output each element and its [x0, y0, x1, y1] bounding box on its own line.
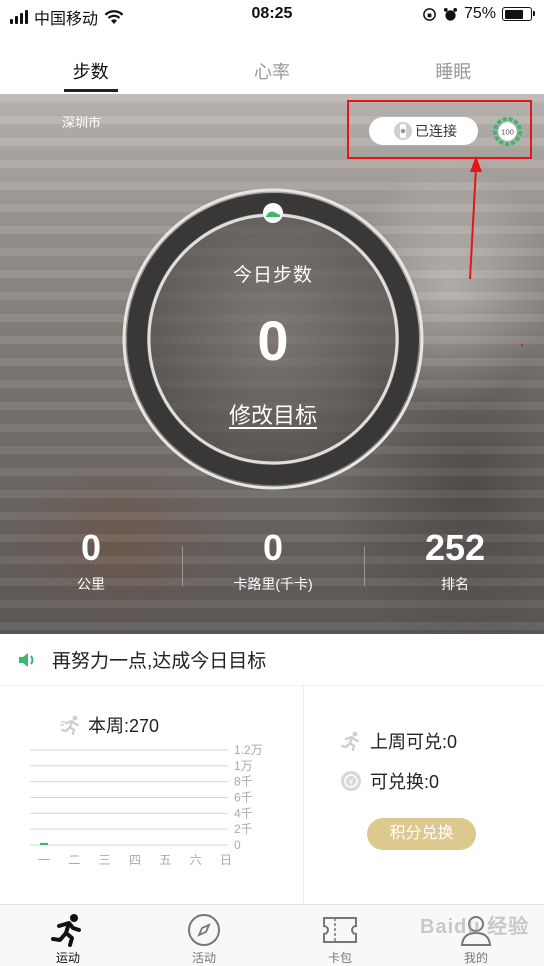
nav-label-cards: 卡包 [327, 951, 352, 965]
runner-small-icon [340, 731, 360, 751]
motivation-banner: 再努力一点,达成今日目标 [0, 634, 544, 686]
y-tick-label: 6千 [234, 791, 253, 805]
metric-tabs: 步数 心率 睡眠 [0, 30, 544, 94]
rank-value: 252 [424, 527, 486, 568]
runner-small-icon [60, 715, 80, 735]
ring-title: 今日步数 [232, 265, 313, 286]
points-coin-icon: ¥ [341, 771, 361, 791]
y-tick-label: 1.2万 [234, 743, 263, 757]
nav-item-sport[interactable]: 运动 [0, 905, 136, 966]
speaker-icon [19, 652, 34, 667]
y-tick-label: 4千 [234, 806, 253, 820]
last-week-redeemable: 上周可兑:0 [340, 728, 457, 754]
redeem-points-button[interactable]: 积分兑换 [367, 818, 476, 850]
nav-label-profile: 我的 [463, 951, 488, 965]
connection-label: 已连接 [415, 123, 457, 139]
annotation-arrow [469, 156, 482, 280]
redeemable-now: ¥ 可兑换:0 [340, 768, 439, 794]
watch-icon [394, 122, 412, 140]
y-tick-label: 2千 [234, 822, 253, 836]
city-label: 深圳市 [62, 115, 102, 130]
x-tick-label: 二 [68, 853, 80, 867]
runner-icon [51, 914, 81, 947]
battery-percent: 75% [463, 5, 496, 22]
device-battery-icon[interactable]: 100 [492, 116, 523, 147]
edit-goal-link[interactable]: 修改目标 [122, 398, 424, 430]
motivation-text: 再努力一点,达成今日目标 [52, 651, 267, 672]
calorie-value: 0 [262, 527, 284, 568]
hero-stats: 0 公里 0 卡路里(千卡) 252 排名 [0, 528, 544, 608]
weekly-panel: 1.2万 1万 8千 6千 4千 2千 0 一 二 三 四 五 六 日 本周:270 上周可兑:0 ¥ 可… [0, 686, 544, 904]
tab-steps[interactable]: 步数 [0, 30, 181, 94]
bar [40, 842, 48, 845]
nav-item-cards[interactable]: 卡包 [272, 905, 408, 966]
weekly-total-text: 本周:270 [88, 716, 160, 736]
calorie-stat: 0 卡路里(千卡) [182, 528, 364, 594]
redeemable-text: 可兑换:0 [370, 772, 440, 792]
y-tick-label: 1万 [234, 759, 253, 773]
y-tick-label: 0 [234, 838, 241, 852]
status-bar: 中国移动 08:25 75% [0, 0, 544, 30]
nav-item-activity[interactable]: 活动 [136, 905, 272, 966]
svg-text:¥: ¥ [348, 778, 354, 787]
device-battery-text: 100 [501, 127, 514, 136]
x-tick-label: 三 [99, 853, 111, 867]
distance-stat: 0 公里 [0, 528, 182, 594]
watermark: Baidu 经验 [420, 916, 530, 938]
x-tick-label: 六 [190, 853, 202, 867]
steps-hero: 深圳市 已连接 100 今日步数 0 修改目标 0 公里 0 卡路里(千卡) 2… [0, 94, 544, 634]
distance-value: 0 [80, 527, 102, 568]
alarm-icon [443, 7, 458, 21]
tab-sleep[interactable]: 睡眠 [363, 30, 544, 94]
steps-today-value: 0 [257, 309, 289, 372]
connection-status-button[interactable]: 已连接 [369, 117, 478, 145]
last-week-text: 上周可兑:0 [370, 732, 458, 752]
card-icon [323, 917, 357, 943]
tab-heart-rate[interactable]: 心率 [181, 30, 362, 94]
x-tick-label: 五 [159, 853, 171, 867]
rotation-lock-icon [423, 7, 436, 21]
compass-icon [188, 914, 220, 946]
x-tick-label: 日 [220, 853, 232, 867]
nav-label-sport: 运动 [55, 951, 80, 965]
weekly-total: 本周:270 [60, 712, 159, 738]
battery-icon [502, 7, 535, 21]
y-tick-label: 8千 [234, 775, 253, 789]
calorie-label: 卡路里(千卡) [233, 576, 313, 592]
x-tick-label: 一 [38, 853, 50, 867]
rank-stat[interactable]: 252 排名 [364, 528, 544, 594]
nav-label-activity: 活动 [191, 951, 216, 965]
rank-label: 排名 [441, 576, 469, 592]
distance-label: 公里 [77, 576, 105, 592]
x-tick-label: 四 [129, 853, 141, 867]
